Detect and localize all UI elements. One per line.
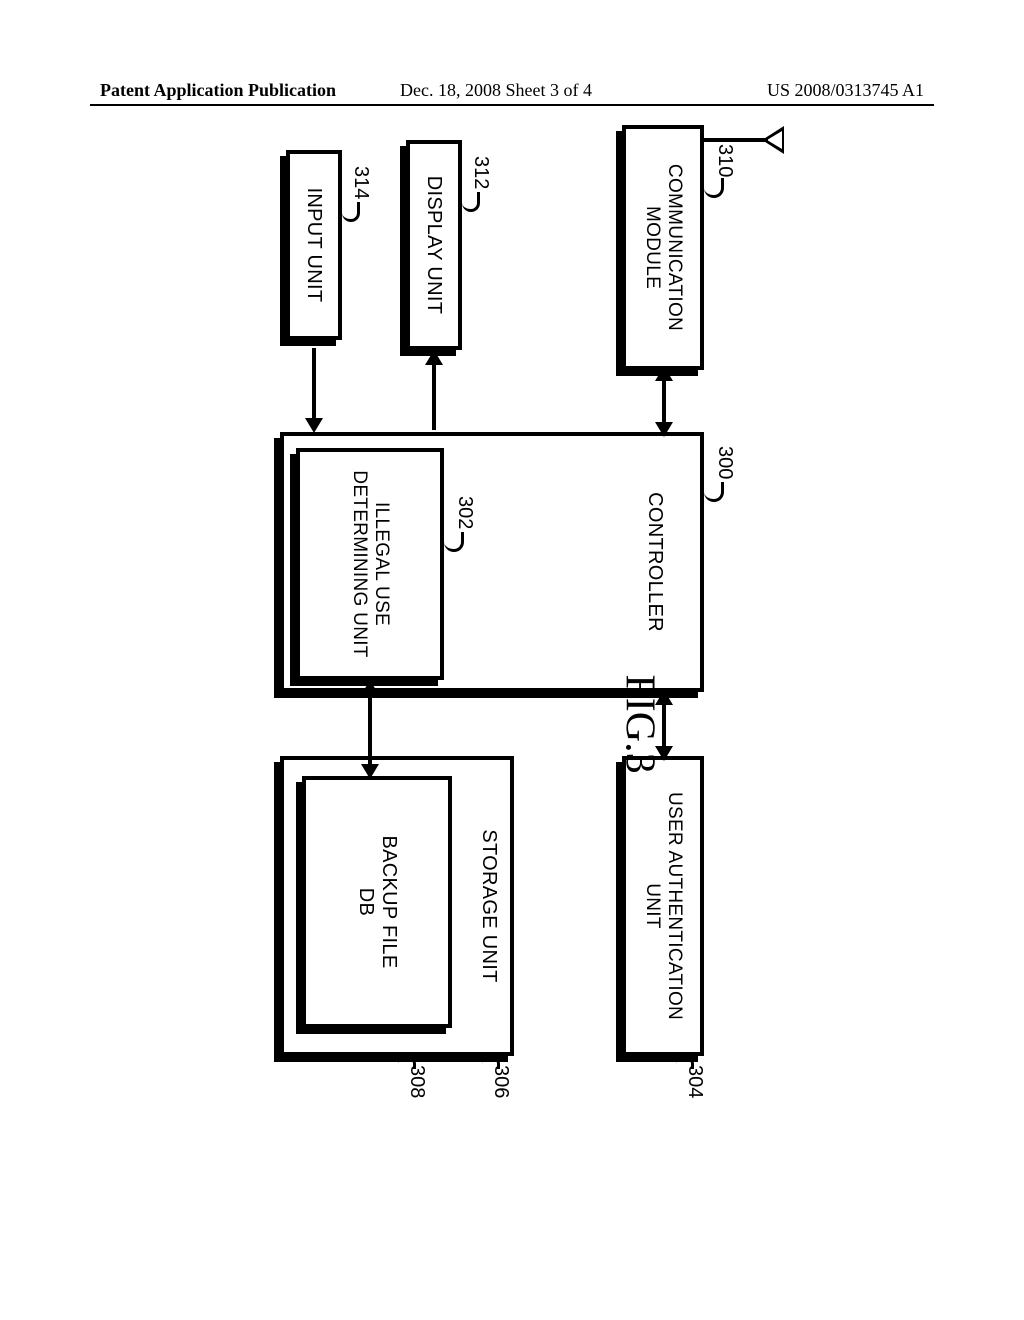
arrow-input-controller-head [305,418,323,433]
ref-306: 306 [489,1065,512,1098]
block-storage-unit-label: STORAGE UNIT [477,825,500,986]
arrow-input-controller [312,348,316,420]
ref-312-leader [462,192,480,212]
ref-308: 308 [405,1065,428,1098]
block-input-unit-label: INPUT UNIT [303,184,326,307]
arrow-illegal-backup-head-l [361,680,379,695]
header-date-sheet: Dec. 18, 2008 Sheet 3 of 4 [400,80,592,101]
ref-314: 314 [349,166,372,199]
block-input-unit: INPUT UNIT [286,150,342,340]
ref-314-leader [342,202,360,222]
ref-306-leader [482,1055,500,1069]
ref-310: 310 [713,144,736,177]
arrow-comm-controller-head-l [655,366,673,381]
antenna-stem [704,138,768,142]
ref-312: 312 [469,156,492,189]
ref-300: 300 [713,446,736,479]
header-rule [90,104,934,106]
block-illegal-use-label: ILLEGAL USEDETERMINING UNIT [348,466,392,661]
block-user-authentication-unit: USER AUTHENTICATIONUNIT [622,756,704,1056]
arrow-illegal-backup-head-r [361,764,379,779]
block-display-unit-label: DISPLAY UNIT [423,172,446,318]
header-publication: Patent Application Publication [100,80,336,101]
block-backup-file-db-label: BACKUP FILEDB [354,832,400,973]
ref-310-leader [704,178,724,198]
block-diagram: COMMUNICATIONMODULE 310 DISPLAY UNIT 312… [80,210,790,770]
block-controller-label: CONTROLLER [643,488,666,636]
block-backup-file-db: BACKUP FILEDB [302,776,452,1028]
arrow-comm-controller [662,376,666,428]
ref-304: 304 [683,1065,706,1098]
arrow-comm-controller-head-r [655,422,673,437]
ref-308-leader [398,1055,416,1069]
ref-302-leader [444,532,464,552]
ref-302: 302 [453,496,476,529]
arrow-illegal-backup [368,690,372,770]
arrow-controller-display-head [425,350,443,365]
block-display-unit: DISPLAY UNIT [406,140,462,350]
figure-caption: FIG.3 [616,674,664,773]
block-communication-module-label: COMMUNICATIONMODULE [641,160,685,335]
antenna-icon-inner [767,131,782,149]
ref-300-leader [704,482,724,502]
arrow-controller-display [432,360,436,430]
block-user-authentication-label: USER AUTHENTICATIONUNIT [641,788,685,1024]
ref-304-leader [676,1055,694,1069]
block-illegal-use-determining-unit: ILLEGAL USEDETERMINING UNIT [296,448,444,680]
header-publication-number: US 2008/0313745 A1 [767,80,924,101]
block-communication-module: COMMUNICATIONMODULE [622,125,704,370]
